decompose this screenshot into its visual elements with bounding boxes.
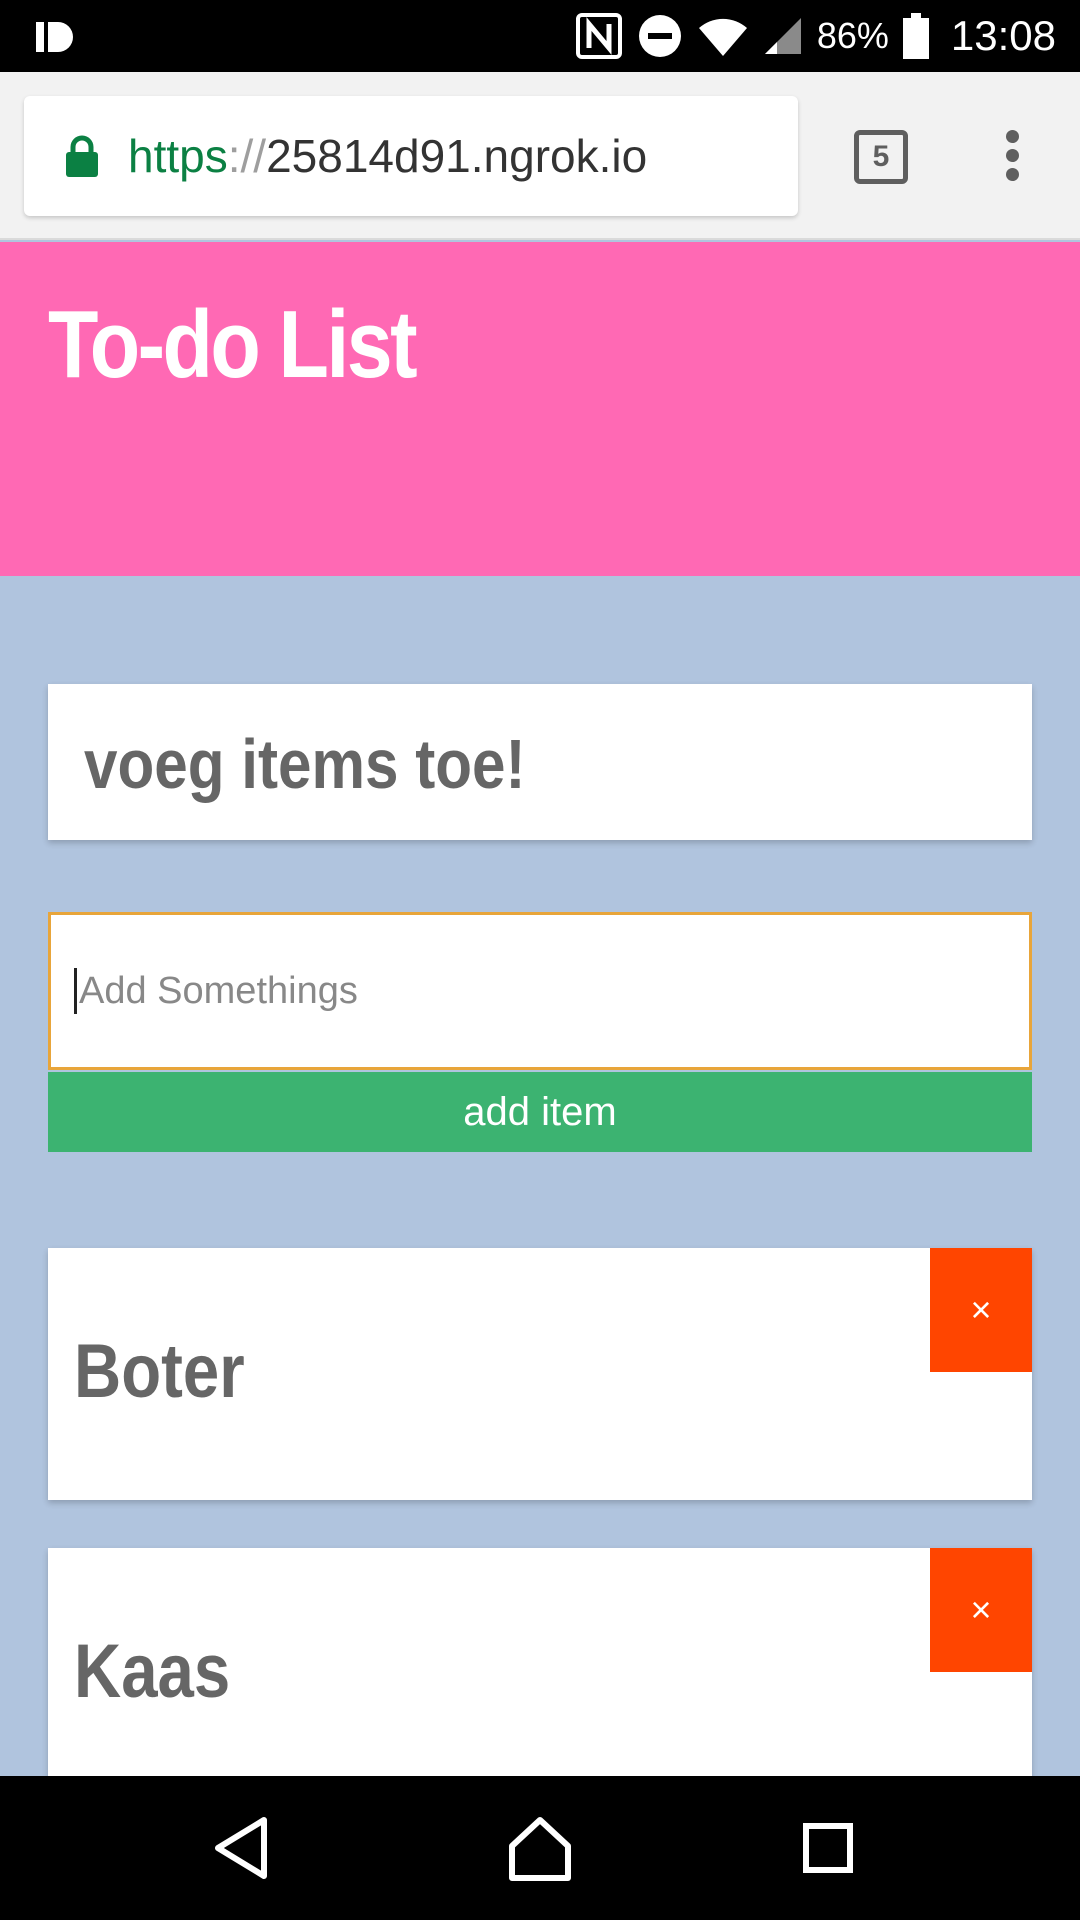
address-bar[interactable]: https://25814d91.ngrok.io xyxy=(24,96,798,216)
clock: 13:08 xyxy=(950,12,1056,59)
signal-icon xyxy=(764,18,801,54)
status-icons: 86% 13:08 xyxy=(575,0,1056,72)
overflow-menu-icon[interactable] xyxy=(994,124,1030,194)
todo-item-label: Kaas xyxy=(74,1629,231,1714)
nfc-icon xyxy=(575,13,622,59)
device-screen: 86% 13:08 https://25814d91.ngrok.io 5 To… xyxy=(0,0,1080,1920)
todo-item-label: Boter xyxy=(74,1329,245,1414)
todo-item: Kaas × xyxy=(48,1548,1032,1788)
page-title: To-do List xyxy=(48,291,418,398)
do-not-disturb-icon xyxy=(638,15,681,57)
wifi-icon xyxy=(698,18,747,56)
home-icon[interactable] xyxy=(504,1812,576,1884)
battery-percent: 86% xyxy=(816,15,889,56)
url-host: 25814d91.ngrok.io xyxy=(266,130,648,182)
text-caret xyxy=(74,968,77,1014)
back-icon[interactable] xyxy=(206,1812,278,1884)
browser-toolbar: https://25814d91.ngrok.io 5 xyxy=(0,72,1080,240)
navigation-bar xyxy=(0,1776,1080,1920)
recents-icon[interactable] xyxy=(792,1812,864,1884)
lock-icon xyxy=(66,135,98,177)
url-text: https://25814d91.ngrok.io xyxy=(128,129,647,183)
delete-item-button[interactable]: × xyxy=(930,1548,1032,1672)
app-notification-icon xyxy=(36,22,73,52)
url-scheme: https xyxy=(128,130,228,182)
page-header: To-do List xyxy=(0,242,1080,576)
status-bar: 86% 13:08 xyxy=(0,0,1080,72)
delete-item-button[interactable]: × xyxy=(930,1248,1032,1372)
url-separator: :// xyxy=(227,130,267,182)
subtitle-card: voeg items toe! xyxy=(48,684,1032,840)
add-item-button[interactable]: add item xyxy=(48,1072,1032,1152)
battery-icon xyxy=(902,13,929,59)
tab-switcher-button[interactable]: 5 xyxy=(854,130,908,184)
todo-item: Boter × xyxy=(48,1248,1032,1500)
add-item-input[interactable] xyxy=(48,912,1032,1070)
subtitle-text: voeg items toe! xyxy=(84,725,526,803)
